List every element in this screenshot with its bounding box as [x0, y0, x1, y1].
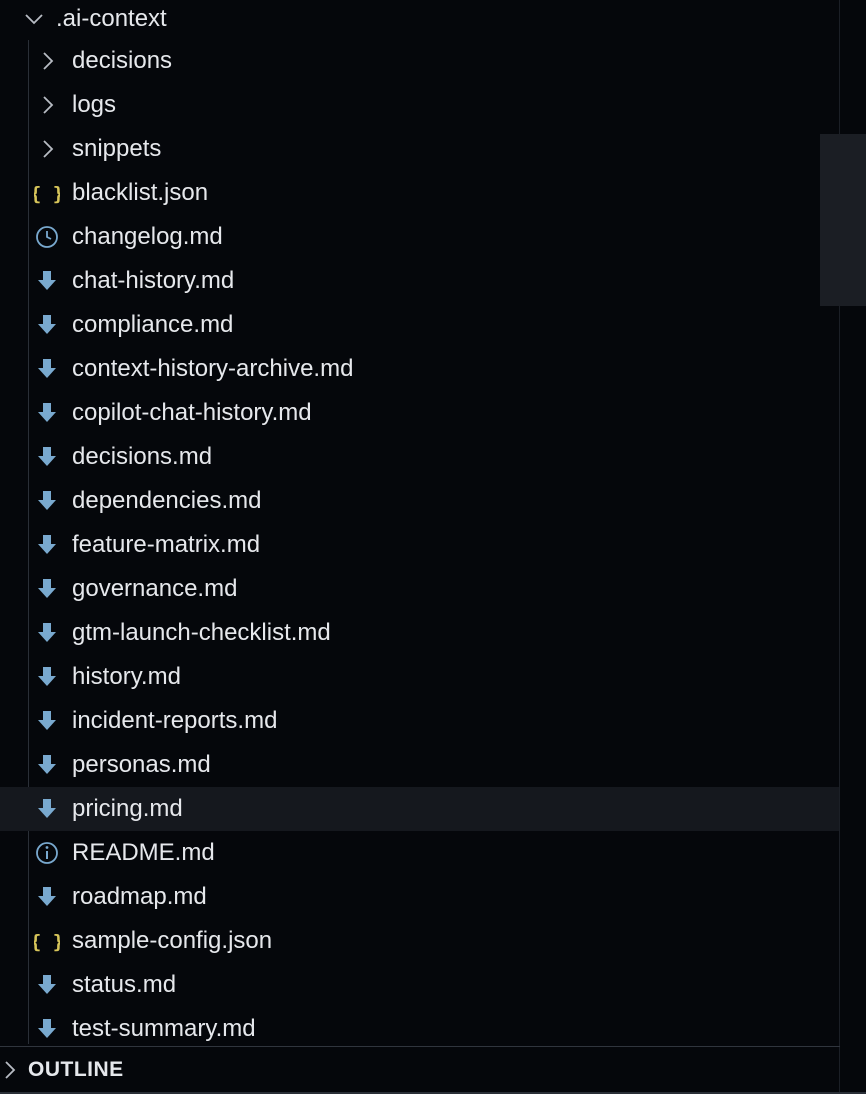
tree-item-label: gtm-launch-checklist.md [72, 619, 331, 646]
scrollbar-thumb[interactable] [820, 134, 866, 306]
folder-ai-context[interactable]: .ai-context [0, 0, 840, 40]
tree-file-item[interactable]: status.md [0, 963, 840, 1007]
chevron-right-icon [5, 1061, 16, 1079]
markdown-arrow-icon [34, 1016, 60, 1042]
tree-file-item[interactable]: roadmap.md [0, 875, 840, 919]
folder-name: .ai-context [56, 5, 167, 32]
tree-item-label: changelog.md [72, 223, 223, 250]
tree-item-label: blacklist.json [72, 179, 209, 206]
file-explorer: .ai-context decisions logs snippets { } blac… [0, 0, 866, 1094]
tree-item-label: history.md [72, 663, 181, 690]
markdown-arrow-icon [34, 532, 60, 558]
tree-file-item[interactable]: { } blacklist.json [0, 171, 840, 215]
tree-file-item[interactable]: gtm-launch-checklist.md [0, 611, 840, 655]
tree-item-label: copilot-chat-history.md [72, 399, 312, 426]
tree-item-label: sample-config.json [72, 927, 273, 954]
markdown-arrow-icon [34, 444, 60, 470]
tree-item-label: decisions.md [72, 443, 213, 470]
tree-item-label: pricing.md [72, 795, 183, 822]
tree-file-item[interactable]: feature-matrix.md [0, 523, 840, 567]
markdown-arrow-icon [34, 400, 60, 426]
markdown-arrow-icon [34, 488, 60, 514]
tree-file-item[interactable]: context-history-archive.md [0, 347, 840, 391]
markdown-arrow-icon [34, 884, 60, 910]
tree-item-label: personas.md [72, 751, 211, 778]
tree-item-label: governance.md [72, 575, 238, 602]
clock-icon [34, 224, 60, 250]
tree-file-item[interactable]: copilot-chat-history.md [0, 391, 840, 435]
tree-file-item[interactable]: test-summary.md [0, 1007, 840, 1051]
json-icon: { } [34, 180, 60, 206]
tree-file-item[interactable]: changelog.md [0, 215, 840, 259]
tree-file-item[interactable]: dependencies.md [0, 479, 840, 523]
tree-file-item[interactable]: decisions.md [0, 435, 840, 479]
tree-item-label: feature-matrix.md [72, 531, 261, 558]
tree-file-item[interactable]: { } sample-config.json [0, 919, 840, 963]
tree-folder-item[interactable]: snippets [0, 127, 840, 171]
markdown-arrow-icon [34, 708, 60, 734]
markdown-arrow-icon [34, 268, 60, 294]
tree-file-item[interactable]: chat-history.md [0, 259, 840, 303]
outline-label: OUTLINE [28, 1058, 124, 1081]
tree-item-label: snippets [72, 135, 162, 162]
tree-file-item[interactable]: personas.md [0, 743, 840, 787]
markdown-arrow-icon [34, 796, 60, 822]
markdown-arrow-icon [34, 312, 60, 338]
tree-item-label: chat-history.md [72, 267, 235, 294]
outline-section-header[interactable]: OUTLINE [0, 1047, 840, 1093]
tree-item-label: status.md [72, 971, 177, 998]
info-icon [34, 840, 60, 866]
markdown-arrow-icon [34, 620, 60, 646]
tree-item-label: roadmap.md [72, 883, 207, 910]
tree-file-item[interactable]: incident-reports.md [0, 699, 840, 743]
tree-folder-item[interactable]: logs [0, 83, 840, 127]
tree-item-label: context-history-archive.md [72, 355, 354, 382]
markdown-arrow-icon [34, 576, 60, 602]
chevron-down-icon [25, 14, 43, 25]
chevron-right-icon [34, 48, 60, 74]
tree-item-label: dependencies.md [72, 487, 262, 514]
file-tree: decisions logs snippets { } blacklist.json ch… [0, 39, 840, 1051]
tree-file-item[interactable]: governance.md [0, 567, 840, 611]
svg-text:{ }: { } [34, 931, 60, 953]
json-icon: { } [34, 928, 60, 954]
markdown-arrow-icon [34, 664, 60, 690]
markdown-arrow-icon [34, 752, 60, 778]
tree-file-item[interactable]: README.md [0, 831, 840, 875]
tree-folder-item[interactable]: decisions [0, 39, 840, 83]
svg-text:{ }: { } [34, 183, 60, 205]
markdown-arrow-icon [34, 972, 60, 998]
tree-file-item[interactable]: history.md [0, 655, 840, 699]
chevron-right-icon [34, 136, 60, 162]
tree-file-item[interactable]: compliance.md [0, 303, 840, 347]
tree-item-label: compliance.md [72, 311, 234, 338]
tree-item-label: incident-reports.md [72, 707, 278, 734]
chevron-right-icon [34, 92, 60, 118]
tree-item-label: test-summary.md [72, 1015, 256, 1042]
tree-item-label: README.md [72, 839, 215, 866]
markdown-arrow-icon [34, 356, 60, 382]
tree-item-label: decisions [72, 47, 173, 74]
tree-file-item[interactable]: pricing.md [0, 787, 840, 831]
tree-item-label: logs [72, 91, 117, 118]
